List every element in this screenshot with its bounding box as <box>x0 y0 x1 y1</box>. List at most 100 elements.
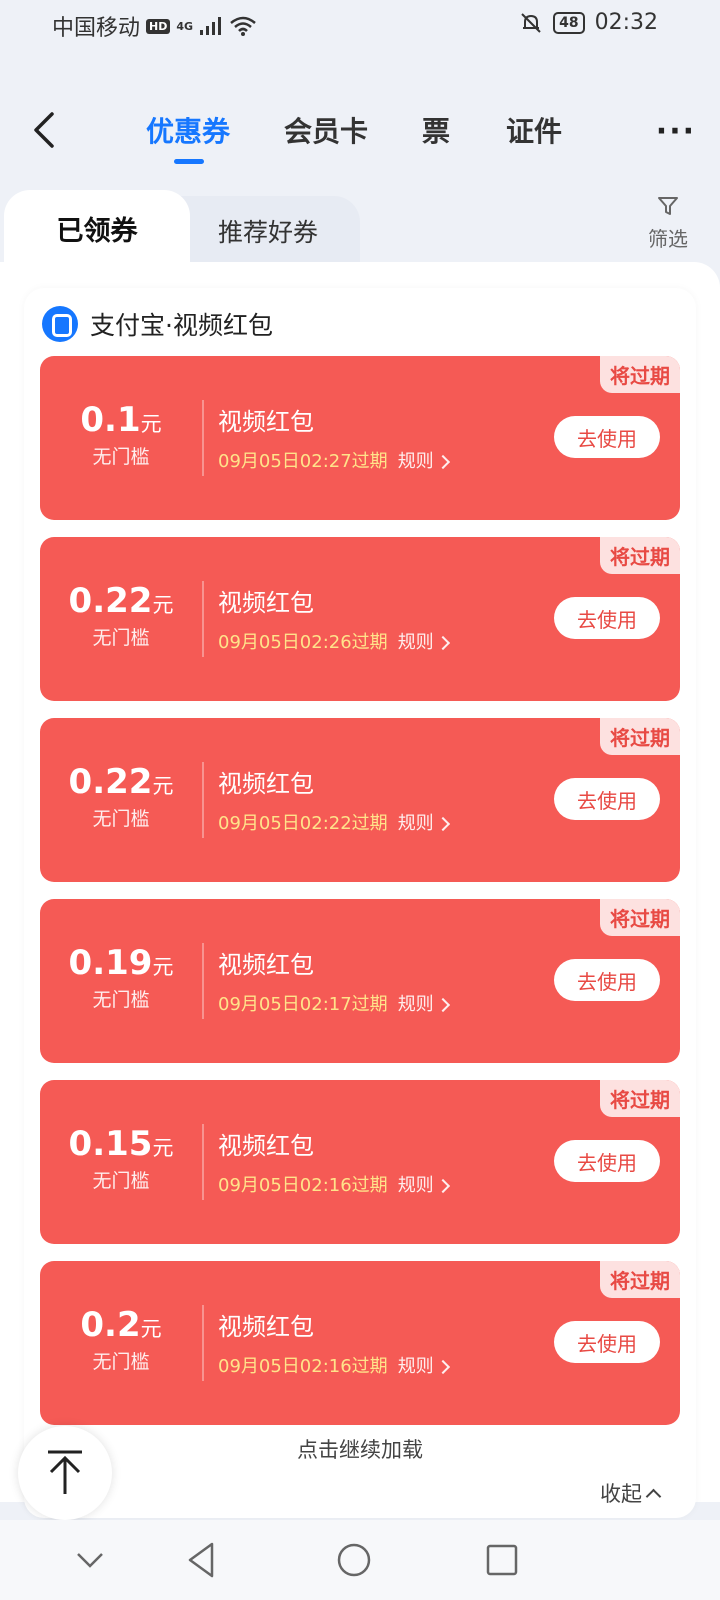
coupon-amount: 0.22 <box>68 762 153 802</box>
amount-box: 0.19元 无门槛 <box>40 943 202 1012</box>
rule-link[interactable]: 规则 <box>397 447 450 473</box>
mute-bell-icon <box>521 12 541 33</box>
coupon-card: 将过期 0.22元 无门槛 视频红包 09月05日02:22过期 规则 去使用 <box>40 718 680 882</box>
tab-membership-cards[interactable]: 会员卡 <box>284 110 368 150</box>
nav-back-button[interactable] <box>180 1538 224 1582</box>
filter-button[interactable]: 筛选 <box>638 194 698 252</box>
rule-label: 规则 <box>397 451 434 472</box>
back-to-top-button[interactable] <box>18 1426 112 1520</box>
divider <box>202 762 204 838</box>
coupon-list: 将过期 0.1元 无门槛 视频红包 09月05日02:27过期 规则 去使用 将… <box>40 356 680 1442</box>
rule-label: 规则 <box>397 813 434 834</box>
use-button[interactable]: 去使用 <box>554 416 660 458</box>
coupon-title: 视频红包 <box>218 1313 314 1341</box>
coupon-amount: 0.2 <box>80 1305 141 1345</box>
nav-hide-button[interactable] <box>68 1538 112 1582</box>
rule-link[interactable]: 规则 <box>397 1171 450 1197</box>
coupon-amount: 0.1 <box>80 400 141 440</box>
status-left: 中国移动 HD 4G <box>52 10 257 42</box>
rule-label: 规则 <box>397 632 434 653</box>
back-button[interactable] <box>28 110 64 150</box>
coupon-expiry-row: 09月05日02:22过期 规则 <box>218 809 450 835</box>
threshold-label: 无门槛 <box>92 446 150 468</box>
currency-unit: 元 <box>152 1136 174 1160</box>
collapse-label: 收起 <box>600 1482 642 1506</box>
coupon-title: 视频红包 <box>218 770 314 798</box>
expiring-badge: 将过期 <box>600 356 680 393</box>
expiring-badge: 将过期 <box>600 537 680 574</box>
coupon-expiry-row: 09月05日02:27过期 规则 <box>218 447 450 473</box>
chevron-right-icon <box>435 997 450 1013</box>
tab-certificates[interactable]: 证件 <box>506 110 562 150</box>
nav-home-button[interactable] <box>332 1538 376 1582</box>
signal-icon <box>200 17 222 35</box>
amount-box: 0.2元 无门槛 <box>40 1305 202 1374</box>
use-button[interactable]: 去使用 <box>554 1321 660 1363</box>
hd-icon: HD <box>146 18 171 34</box>
coupon-info: 视频红包 09月05日02:27过期 规则 <box>218 402 450 473</box>
use-button[interactable]: 去使用 <box>554 597 660 639</box>
amount-box: 0.22元 无门槛 <box>40 581 202 650</box>
coupon-card: 将过期 0.1元 无门槛 视频红包 09月05日02:27过期 规则 去使用 <box>40 356 680 520</box>
rule-link[interactable]: 规则 <box>398 990 450 1016</box>
rule-link[interactable]: 规则 <box>397 809 450 835</box>
divider <box>202 400 204 476</box>
coupon-amount: 0.19 <box>68 943 153 983</box>
amount-box: 0.22元 无门槛 <box>40 762 202 831</box>
use-button[interactable]: 去使用 <box>554 1140 660 1182</box>
coupon-expiry: 09月05日02:27过期 <box>218 451 388 472</box>
coupon-card: 将过期 0.19元 无门槛 视频红包 09月05日02:17过期 规则 去使用 <box>40 899 680 1063</box>
tab-tickets[interactable]: 票 <box>422 110 450 150</box>
coupon-info: 视频红包 09月05日02:16过期 规则 <box>218 1307 450 1378</box>
clock: 02:32 <box>594 10 658 35</box>
rule-link[interactable]: 规则 <box>397 1352 450 1378</box>
collapse-button[interactable]: 收起 <box>600 1478 662 1508</box>
coupon-expiry-row: 09月05日02:17过期 规则 <box>218 990 450 1016</box>
coupon-info: 视频红包 09月05日02:22过期 规则 <box>218 764 450 835</box>
rule-label: 规则 <box>397 1356 434 1377</box>
subtab-recommended-label: 推荐好券 <box>217 218 318 247</box>
divider <box>202 581 204 657</box>
amount-box: 0.15元 无门槛 <box>40 1124 202 1193</box>
coupon-card: 将过期 0.15元 无门槛 视频红包 09月05日02:16过期 规则 去使用 <box>40 1080 680 1244</box>
rule-link[interactable]: 规则 <box>397 628 450 654</box>
triangle-back-icon <box>188 1542 214 1578</box>
nav-recents-button[interactable] <box>480 1538 524 1582</box>
chevron-up-icon <box>645 1488 662 1504</box>
rule-label: 规则 <box>397 1175 434 1196</box>
subtab-bar: 推荐好券 已领券 筛选 <box>0 190 720 270</box>
coupon-title: 视频红包 <box>218 589 314 617</box>
filter-label: 筛选 <box>648 227 688 251</box>
coupon-card: 将过期 0.22元 无门槛 视频红包 09月05日02:26过期 规则 去使用 <box>40 537 680 701</box>
network-type: 4G <box>176 19 194 33</box>
threshold-label: 无门槛 <box>92 1351 150 1373</box>
coupon-panel: 支付宝·视频红包 将过期 0.1元 无门槛 视频红包 09月05日02:27过期… <box>24 288 696 1518</box>
status-bar: 中国移动 HD 4G 48 02:32 <box>0 0 720 52</box>
coupon-info: 视频红包 09月05日02:26过期 规则 <box>218 583 450 654</box>
top-nav: 优惠券 会员卡 票 证件 ··· <box>0 92 720 172</box>
use-button[interactable]: 去使用 <box>554 959 660 1001</box>
coupon-title: 视频红包 <box>218 1132 314 1160</box>
tab-coupons[interactable]: 优惠券 <box>146 110 230 164</box>
chevron-down-icon <box>77 1553 103 1568</box>
coupon-title: 视频红包 <box>218 408 314 436</box>
coupon-expiry-row: 09月05日02:16过期 规则 <box>218 1352 450 1378</box>
coupon-info: 视频红包 09月05日02:17过期 规则 <box>218 945 450 1016</box>
load-more-link[interactable]: 点击继续加载 <box>24 1434 696 1464</box>
coupon-expiry: 09月05日02:17过期 <box>218 994 388 1015</box>
threshold-label: 无门槛 <box>92 808 150 830</box>
subtab-claimed[interactable]: 已领券 <box>4 190 190 266</box>
divider <box>202 1305 204 1381</box>
coupon-expiry: 09月05日02:26过期 <box>218 632 388 653</box>
threshold-label: 无门槛 <box>92 627 150 649</box>
more-button[interactable]: ··· <box>656 114 696 149</box>
square-recents-icon <box>486 1544 518 1576</box>
arrow-up-to-top-icon <box>48 1450 82 1494</box>
chevron-left-icon <box>34 112 54 148</box>
panel-header: 支付宝·视频红包 <box>42 306 273 342</box>
video-redpacket-logo-icon <box>42 306 78 342</box>
coupon-amount: 0.15 <box>68 1124 153 1164</box>
battery-indicator: 48 <box>553 11 585 34</box>
status-right: 48 02:32 <box>519 10 658 35</box>
use-button[interactable]: 去使用 <box>554 778 660 820</box>
